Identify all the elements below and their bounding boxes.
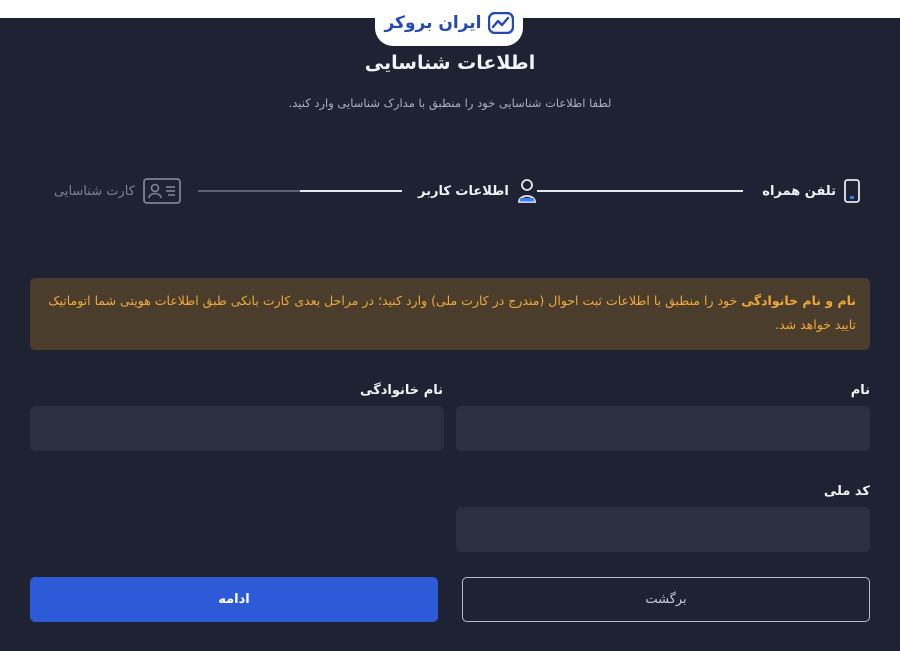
national-code-input[interactable]: [456, 507, 870, 552]
warning-notice: نام و نام خانوادگی خود را منطبق با اطلاع…: [30, 278, 870, 350]
page-title: اطلاعات شناسایی: [364, 52, 536, 74]
progress-stepper: تلفن همراه اطلاعات کاربر کارت شناسایی: [40, 172, 860, 212]
page-subtitle: لطفا اطلاعات شناسایی خود را منطبق با مدا…: [288, 96, 612, 110]
notice-emphasis: نام و نام خانوادگی: [741, 293, 856, 308]
mobile-phone-icon: [844, 179, 860, 203]
step-mobile: تلفن همراه: [762, 172, 860, 210]
user-icon: [517, 179, 536, 203]
step-connector: [198, 190, 402, 192]
last-name-label: نام خانوادگی: [360, 383, 443, 398]
continue-button[interactable]: ادامه: [30, 577, 438, 622]
national-code-label: کد ملی: [823, 484, 870, 499]
brand-name: ایران بروکر: [384, 13, 482, 33]
last-name-input[interactable]: [30, 406, 444, 451]
step-user-info: اطلاعات کاربر: [418, 172, 537, 210]
step-label: اطلاعات کاربر: [418, 183, 509, 199]
chart-trend-icon: [487, 12, 514, 34]
step-id-card: کارت شناسایی: [54, 172, 181, 210]
id-card-icon: [142, 178, 181, 204]
notice-text: خود را منطبق با اطلاعات ثبت احوال (مندرج…: [48, 293, 856, 332]
first-name-input[interactable]: [456, 406, 870, 451]
step-label: کارت شناسایی: [54, 183, 135, 199]
step-connector: [537, 190, 743, 192]
step-label: تلفن همراه: [762, 183, 836, 199]
brand-logo[interactable]: ایران بروکر: [375, 0, 523, 46]
first-name-label: نام: [850, 383, 870, 398]
back-button[interactable]: برگشت: [462, 577, 870, 622]
